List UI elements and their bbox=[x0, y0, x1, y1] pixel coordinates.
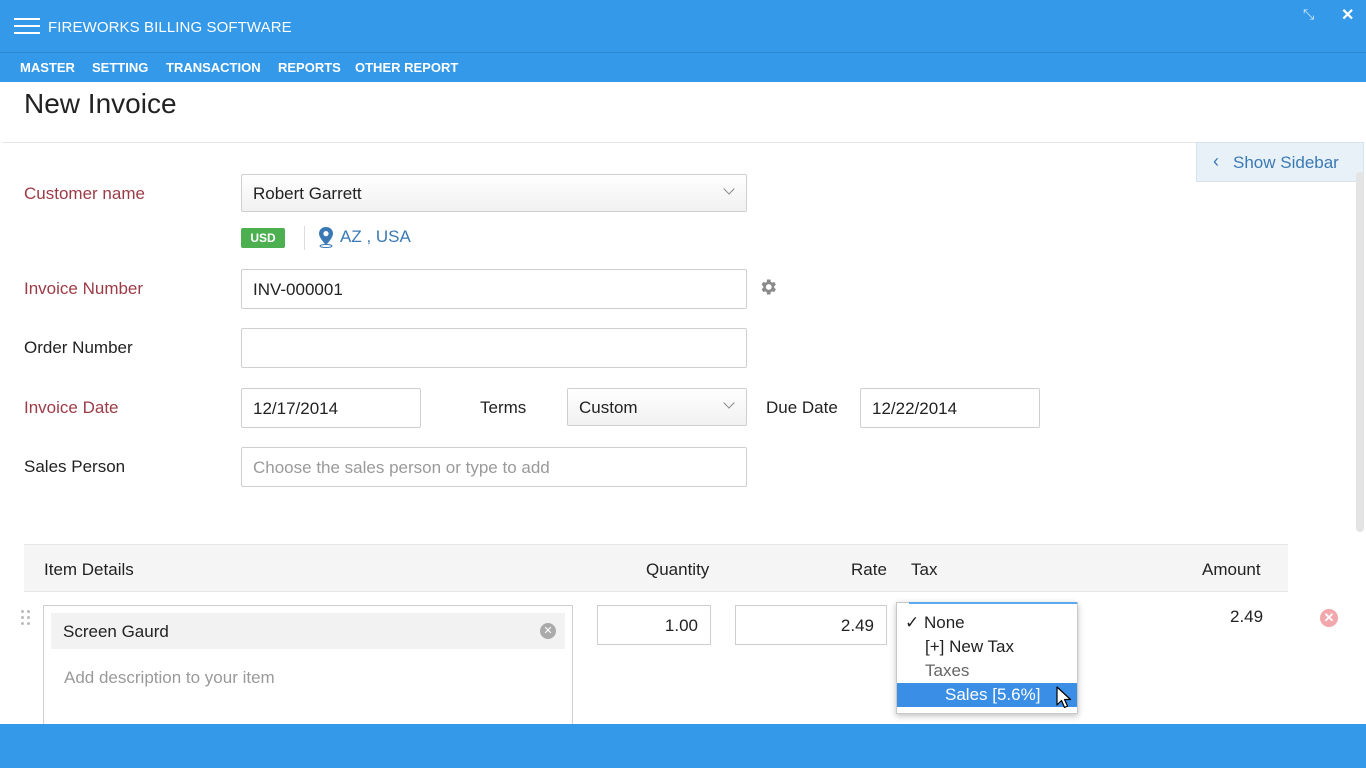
quantity-value: 1.00 bbox=[664, 616, 698, 635]
chevron-down-icon bbox=[724, 185, 734, 195]
title-bar: FIREWORKS BILLING SOFTWARE ⤡ ✕ bbox=[0, 0, 1366, 52]
customer-name-value: Robert Garrett bbox=[253, 184, 362, 203]
tax-option-none[interactable]: ✓ None bbox=[897, 611, 1077, 635]
tax-group-taxes: Taxes bbox=[925, 661, 970, 680]
header-rate: Rate bbox=[851, 560, 887, 579]
item-description-input[interactable]: Add description to your item bbox=[64, 668, 275, 688]
menu-master[interactable]: MASTER bbox=[20, 60, 75, 75]
tax-option-sales[interactable]: Sales [5.6%] bbox=[897, 683, 1077, 707]
quantity-input[interactable]: 1.00 bbox=[597, 605, 711, 645]
clear-item-icon[interactable]: ✕ bbox=[540, 623, 556, 639]
due-date-value: 12/22/2014 bbox=[872, 399, 958, 418]
item-name-input[interactable]: Screen Gaurd bbox=[51, 613, 565, 649]
remove-row-icon[interactable]: ✕ bbox=[1320, 609, 1338, 627]
sales-person-placeholder: Choose the sales person or type to add bbox=[253, 458, 550, 477]
menu-transaction[interactable]: TRANSACTION bbox=[166, 60, 261, 75]
order-number-label: Order Number bbox=[24, 338, 133, 357]
close-window-icon[interactable]: ✕ bbox=[1341, 5, 1354, 25]
customer-name-select[interactable]: Robert Garrett bbox=[241, 174, 747, 212]
order-number-input[interactable] bbox=[241, 328, 747, 368]
currency-badge: USD bbox=[241, 228, 285, 248]
hamburger-menu-icon[interactable] bbox=[14, 18, 40, 36]
invoice-number-input[interactable]: INV-000001 bbox=[241, 269, 747, 309]
terms-value: Custom bbox=[579, 398, 638, 417]
chevron-left-icon: ‹ bbox=[1213, 151, 1219, 171]
item-details-box: Screen Gaurd ✕ Add description to your i… bbox=[43, 605, 573, 724]
due-date-input[interactable]: 12/22/2014 bbox=[860, 388, 1040, 428]
rate-input[interactable]: 2.49 bbox=[735, 605, 887, 645]
app-title: FIREWORKS BILLING SOFTWARE bbox=[48, 19, 292, 36]
location-pin-icon bbox=[319, 227, 333, 248]
header-item-details: Item Details bbox=[44, 560, 134, 579]
terms-label: Terms bbox=[480, 398, 527, 417]
invoice-date-value: 12/17/2014 bbox=[253, 399, 339, 418]
header-divider bbox=[2, 142, 1364, 143]
vertical-scrollbar[interactable] bbox=[1356, 172, 1364, 532]
sales-person-input[interactable]: Choose the sales person or type to add bbox=[241, 447, 747, 487]
invoice-number-label: Invoice Number bbox=[24, 279, 144, 298]
header-amount: Amount bbox=[1202, 560, 1261, 579]
chevron-down-icon bbox=[724, 399, 734, 409]
item-name-value: Screen Gaurd bbox=[63, 622, 169, 641]
invoice-date-label: Invoice Date bbox=[24, 398, 119, 417]
header-quantity: Quantity bbox=[646, 560, 710, 579]
page-title: New Invoice bbox=[24, 88, 177, 119]
menu-bar: MASTER SETTING TRANSACTION REPORTS OTHER… bbox=[0, 52, 1366, 82]
show-sidebar-label: Show Sidebar bbox=[1233, 153, 1339, 172]
invoice-form-area: New Invoice ‹ Show Sidebar Customer name… bbox=[2, 82, 1364, 724]
vertical-separator bbox=[304, 226, 305, 250]
item-table-header: Item Details Quantity Rate Tax Amount bbox=[24, 544, 1288, 592]
show-sidebar-button[interactable]: ‹ Show Sidebar bbox=[1196, 142, 1364, 182]
restore-window-icon[interactable]: ⤡ bbox=[1303, 6, 1314, 23]
customer-location-link[interactable]: AZ , USA bbox=[340, 227, 411, 247]
menu-other-report[interactable]: OTHER REPORT bbox=[355, 60, 458, 75]
bottom-bar bbox=[0, 724, 1366, 768]
tax-select-edge bbox=[909, 602, 1077, 604]
rate-value: 2.49 bbox=[840, 616, 874, 635]
terms-select[interactable]: Custom bbox=[567, 388, 747, 426]
row-amount: 2.49 bbox=[1230, 607, 1264, 626]
invoice-number-value: INV-000001 bbox=[253, 280, 343, 299]
drag-handle-icon[interactable] bbox=[21, 610, 33, 628]
tax-option-new-tax[interactable]: [+] New Tax bbox=[897, 635, 1077, 659]
invoice-date-input[interactable]: 12/17/2014 bbox=[241, 388, 421, 428]
due-date-label: Due Date bbox=[766, 398, 838, 417]
menu-setting[interactable]: SETTING bbox=[92, 60, 148, 75]
gear-icon[interactable] bbox=[758, 277, 778, 297]
customer-name-label: Customer name bbox=[24, 184, 145, 203]
tax-dropdown[interactable]: ✓ None [+] New Tax Taxes Sales [5.6%] bbox=[896, 602, 1078, 714]
sales-person-label: Sales Person bbox=[24, 457, 126, 476]
menu-reports[interactable]: REPORTS bbox=[278, 60, 341, 75]
header-tax: Tax bbox=[911, 560, 938, 579]
